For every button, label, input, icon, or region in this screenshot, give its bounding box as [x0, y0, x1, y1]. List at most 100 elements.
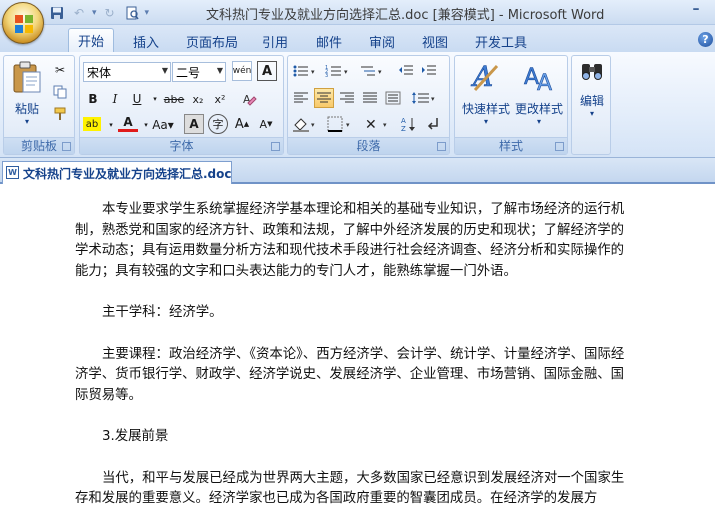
office-button[interactable]	[2, 2, 44, 44]
increase-indent-icon[interactable]	[419, 61, 439, 81]
underline-icon[interactable]: U	[127, 89, 147, 109]
sort-icon[interactable]: AZ	[400, 114, 420, 134]
undo-icon[interactable]: ↶	[70, 4, 88, 21]
font-color-icon[interactable]: A	[118, 114, 138, 132]
word-document-icon: W	[6, 166, 19, 179]
svg-text:▾: ▾	[383, 121, 387, 129]
help-icon[interactable]: ?	[698, 32, 713, 47]
font-launcher-icon[interactable]	[271, 142, 280, 151]
tab-mailings[interactable]: 邮件	[316, 30, 342, 52]
minimize-button[interactable]: –	[685, 2, 707, 19]
font-size-value: 二号	[176, 66, 201, 80]
document-page[interactable]: 本专业要求学生系统掌握经济学基本理论和相关的基础专业知识，了解市场经济的运行机制…	[75, 200, 633, 510]
multilevel-list-icon[interactable]: ▾	[358, 61, 388, 81]
distributed-icon[interactable]	[383, 88, 403, 108]
svg-text:▾: ▾	[311, 121, 315, 129]
numbering-icon[interactable]: 1 2 3 ▾	[324, 61, 354, 81]
superscript-icon[interactable]: x²	[210, 89, 230, 109]
shrink-font-icon[interactable]: A ▼	[256, 114, 276, 134]
tab-references[interactable]: 引用	[262, 30, 288, 52]
tab-insert[interactable]: 插入	[133, 30, 159, 52]
editing-button[interactable]: 编辑 ▾	[574, 60, 610, 118]
svg-text:A: A	[401, 117, 406, 125]
font-size-select[interactable]: 二号 ▼	[172, 62, 226, 82]
character-border-icon[interactable]: A	[257, 61, 277, 81]
subscript-icon[interactable]: x₂	[188, 89, 208, 109]
editing-label: 编辑	[579, 94, 604, 108]
styles-group: A 快速样式 ▾ A A 更改样式 ▾ 样式	[454, 55, 568, 155]
window-title: 文科热门专业及就业方向选择汇总.doc [兼容模式] - Microsoft W…	[206, 8, 605, 23]
character-shading-icon[interactable]: A	[184, 114, 204, 134]
svg-text:✕: ✕	[365, 117, 377, 132]
styles-group-label: 样式	[455, 137, 567, 154]
paragraph-intro: 本专业要求学生系统掌握经济学基本理论和相关的基础专业知识，了解市场经济的运行机制…	[75, 202, 625, 279]
italic-icon[interactable]: I	[105, 89, 125, 109]
office-logo-icon	[15, 15, 33, 33]
align-center-icon[interactable]	[314, 88, 334, 108]
svg-text:▾: ▾	[344, 68, 348, 76]
quick-styles-dropdown-icon[interactable]: ▾	[484, 117, 488, 126]
document-area[interactable]: 本专业要求学生系统掌握经济学基本理论和相关的基础专业知识，了解市场经济的运行机制…	[0, 186, 715, 506]
ribbon-tabs: 开始 插入 页面布局 引用 邮件 审阅 视图 开发工具 ?	[0, 25, 715, 52]
font-group: 宋体 ▼ 二号 ▼ wén A B I U ▾ abe x₂ x² A ab ▾ A…	[79, 55, 284, 155]
change-styles-dropdown-icon[interactable]: ▾	[537, 117, 541, 126]
paragraph-group: ▾ 1 2 3 ▾ ▾ ▾ ▾ ▾ ✕ ▾ A Z 段落	[287, 55, 450, 155]
font-name-select[interactable]: 宋体 ▼	[83, 62, 171, 82]
tab-home[interactable]: 开始	[68, 28, 115, 52]
svg-text:Z: Z	[401, 125, 406, 132]
tab-developer[interactable]: 开发工具	[475, 30, 527, 52]
phonetic-guide-icon[interactable]: wén	[232, 61, 252, 81]
document-tab[interactable]: W 文科热门专业及就业方向选择汇总.doc	[2, 161, 232, 184]
section-heading-prospects: 3.发展前景	[102, 429, 169, 445]
quick-styles-button[interactable]: A 快速样式 ▾	[458, 60, 514, 126]
paragraph-core-discipline: 主干学科：经济学。	[102, 305, 223, 321]
svg-text:A: A	[470, 60, 493, 93]
tab-page-layout[interactable]: 页面布局	[186, 30, 238, 52]
styles-launcher-icon[interactable]	[555, 142, 564, 151]
chinese-layout-icon[interactable]: ✕ ▾	[363, 114, 393, 134]
paragraph-prospects: 当代，和平与发展已经成为世界两大主题，大多数国家已经意识到发展经济对一个国家生存…	[75, 470, 625, 507]
svg-text:▾: ▾	[431, 95, 435, 103]
align-left-icon[interactable]	[291, 88, 311, 108]
shading-icon[interactable]: ▾	[291, 114, 321, 134]
document-tab-bar: W 文科热门专业及就业方向选择汇总.doc	[0, 158, 715, 184]
paste-dropdown-icon[interactable]: ▾	[25, 117, 29, 126]
change-styles-button[interactable]: A A 更改样式 ▾	[513, 60, 565, 126]
binoculars-icon	[582, 64, 602, 80]
bold-icon[interactable]: B	[83, 89, 103, 109]
print-preview-icon[interactable]	[123, 4, 141, 21]
copy-icon[interactable]	[50, 82, 70, 102]
grow-font-icon[interactable]: A ▲	[232, 114, 252, 134]
enclose-characters-icon[interactable]: 字	[208, 114, 228, 134]
svg-text:▾: ▾	[311, 68, 315, 76]
quick-access-toolbar: ↶ ▾ ↻ ▾	[48, 4, 149, 21]
cut-icon[interactable]: ✂	[50, 60, 70, 80]
undo-dropdown-icon[interactable]: ▾	[92, 8, 97, 18]
paste-button[interactable]: 粘贴 ▾	[8, 60, 46, 126]
tab-view[interactable]: 视图	[422, 30, 448, 52]
tab-review[interactable]: 审阅	[369, 30, 395, 52]
editing-group: 编辑 ▾	[571, 55, 611, 155]
document-tab-label: 文科热门专业及就业方向选择汇总.doc	[23, 167, 232, 181]
decrease-indent-icon[interactable]	[396, 61, 416, 81]
borders-icon[interactable]: ▾	[326, 114, 356, 134]
change-case-icon[interactable]: Aa▾	[150, 115, 176, 135]
paste-label: 粘贴	[14, 102, 39, 116]
align-right-icon[interactable]	[337, 88, 357, 108]
editing-dropdown-icon[interactable]: ▾	[590, 109, 594, 118]
svg-text:3: 3	[325, 73, 328, 78]
justify-icon[interactable]	[360, 88, 380, 108]
bullets-icon[interactable]: ▾	[291, 61, 321, 81]
strikethrough-icon[interactable]: abe	[162, 89, 186, 109]
save-icon[interactable]	[48, 4, 66, 21]
customize-qat-icon[interactable]: ▾	[145, 8, 150, 18]
paragraph-launcher-icon[interactable]	[437, 142, 446, 151]
clipboard-launcher-icon[interactable]	[62, 142, 71, 151]
highlight-icon[interactable]: ab	[83, 117, 101, 131]
redo-icon[interactable]: ↻	[101, 4, 119, 21]
line-spacing-icon[interactable]: ▾	[410, 88, 440, 108]
font-name-value: 宋体	[87, 66, 112, 80]
clear-formatting-icon[interactable]: A	[240, 89, 260, 109]
format-painter-icon[interactable]	[50, 104, 70, 124]
show-marks-icon[interactable]	[423, 114, 443, 134]
